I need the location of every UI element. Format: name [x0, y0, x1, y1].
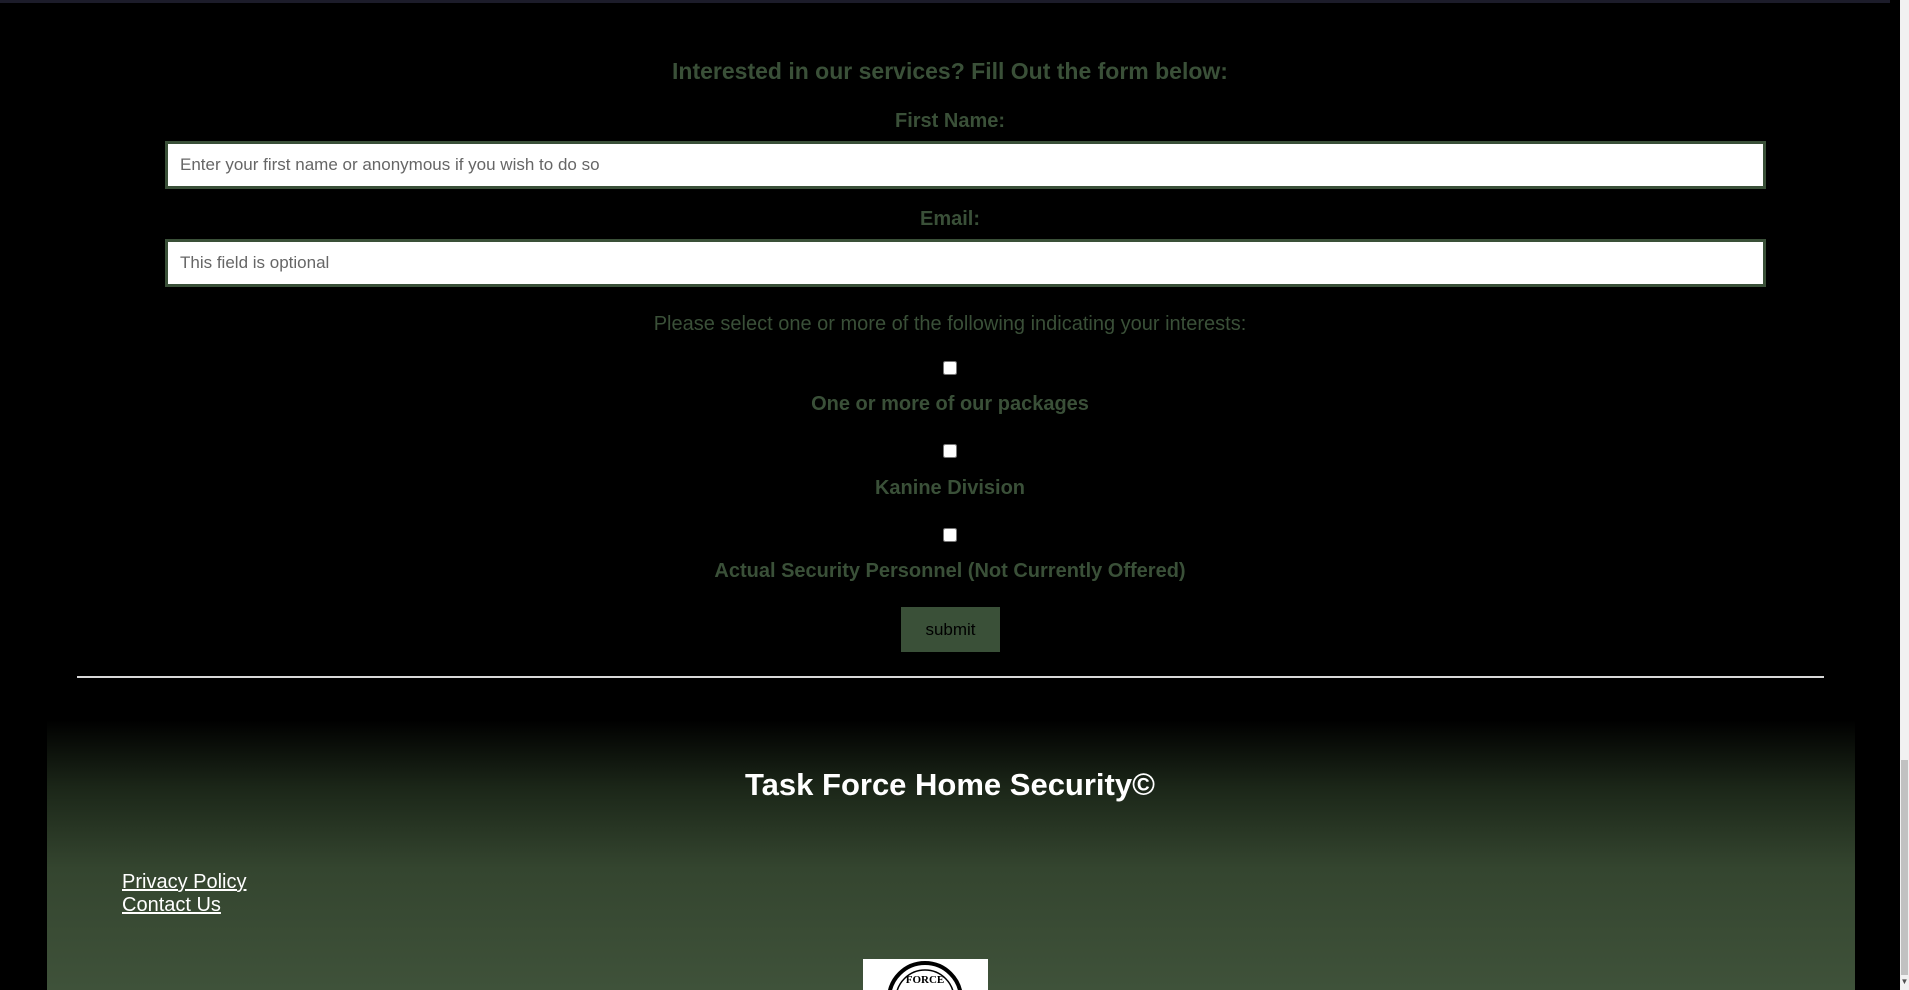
chevron-down-icon[interactable]: ▼ — [1900, 976, 1909, 988]
top-border — [0, 0, 1890, 3]
email-input[interactable] — [165, 239, 1766, 287]
page: Interested in our services? Fill Out the… — [0, 0, 1909, 990]
footer-title: Task Force Home Security© — [745, 767, 1155, 802]
first-name-input[interactable] — [165, 141, 1766, 189]
packages-option-label: One or more of our packages — [811, 393, 1089, 415]
packages-checkbox[interactable] — [943, 361, 957, 375]
form-heading: Interested in our services? Fill Out the… — [672, 58, 1228, 84]
footer — [47, 720, 1855, 990]
security-personnel-option-label: Actual Security Personnel (Not Currently… — [714, 560, 1186, 582]
security-personnel-checkbox[interactable] — [943, 528, 957, 542]
scrollbar-thumb[interactable] — [1901, 760, 1908, 975]
kanine-division-option-label: Kanine Division — [874, 477, 1026, 499]
privacy-policy-link[interactable]: Privacy Policy — [122, 871, 246, 894]
scrollbar[interactable]: ▼ — [1900, 0, 1909, 990]
email-label: Email: — [919, 208, 981, 230]
divider — [77, 676, 1824, 678]
contact-us-link[interactable]: Contact Us — [122, 894, 221, 917]
footer-logo: FORCE — [863, 959, 988, 990]
kanine-division-checkbox[interactable] — [943, 444, 957, 458]
submit-button[interactable]: submit — [901, 607, 1000, 652]
logo-text: FORCE — [906, 974, 945, 986]
interests-prompt: Please select one or more of the followi… — [653, 313, 1247, 335]
first-name-label: First Name: — [894, 110, 1006, 132]
